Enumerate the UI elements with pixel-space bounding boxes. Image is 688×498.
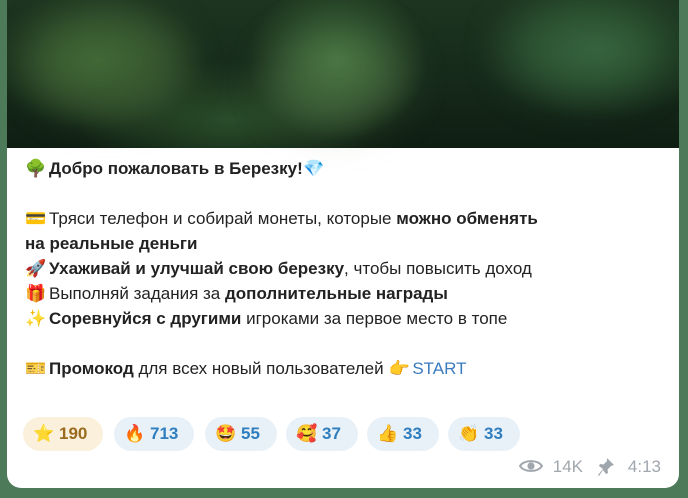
text-line-3: 🚀 Ухаживай и улучшай свою березку, чтобы … [25,256,670,281]
reaction-count: 33 [403,424,422,443]
text-plain: , чтобы повысить доход [344,259,532,278]
reaction-count: 33 [484,424,503,443]
title-line: 🌳 Добро пожаловать в Березку!💎 [25,156,670,181]
text-plain: Выполняй задания за [49,284,225,303]
thumbs-up-icon: 👍 [377,424,399,443]
text-bold: на реальные деньги [25,234,198,253]
star-struck-icon: 🤩 [215,424,237,443]
media-blur [27,10,187,120]
star-icon: ⭐ [33,424,55,443]
reaction-star[interactable]: ⭐ 190 [23,417,103,451]
start-link[interactable]: START [412,359,466,378]
media-blur [507,5,657,95]
message-bubble: 🌳 Добро пожаловать в Березку!💎 💳 Тряси тел… [7,0,679,488]
clapping-hands-icon: 👏 [458,424,480,443]
tree-icon: 🌳 [25,159,47,178]
text-line-2: на реальные деньги [25,231,670,256]
reaction-count: 55 [241,424,260,443]
media-blur [267,30,407,130]
sparkles-icon: ✨ [25,309,47,328]
reaction-thumbs-up[interactable]: 👍 33 [367,417,439,451]
pointing-hand-icon: 👉 [388,359,410,378]
card-icon: 💳 [25,209,47,228]
reaction-fire[interactable]: 🔥 713 [114,417,194,451]
gift-icon: 🎁 [25,284,47,303]
text-plain: Тряси телефон и собирай монеты, которые [49,209,397,228]
pin-icon [598,458,614,476]
reaction-star-struck[interactable]: 🤩 55 [205,417,277,451]
text-line-6: 🎫 Промокод для всех новый пользователей 👉… [25,356,670,381]
message-text: 🌳 Добро пожаловать в Березку!💎 💳 Тряси тел… [25,156,670,381]
text-plain: для всех новый пользователей [133,359,389,378]
text-bold: дополнительные награды [225,284,448,303]
smiling-hearts-icon: 🥰 [296,424,318,443]
text-bold: Ухаживай и улучшай свою березку [49,259,345,278]
reaction-count: 713 [150,424,179,443]
views-count: 14K [552,457,583,476]
text-bold: Соревнуйся с другими [49,309,242,328]
ticket-icon: 🎫 [25,359,47,378]
message-title: Добро пожаловать в Березку! [49,159,303,178]
reaction-count: 190 [59,424,88,443]
text-line-1: 💳 Тряси телефон и собирай монеты, которые… [25,206,670,231]
message-time: 4:13 [627,457,661,476]
reaction-count: 37 [322,424,341,443]
fire-icon: 🔥 [124,424,146,443]
text-plain: игроками за первое место в топе [241,309,508,328]
text-bold: Промокод [49,359,134,378]
reaction-clap[interactable]: 👏 33 [448,417,520,451]
rocket-icon: 🚀 [25,259,47,278]
text-line-5: ✨ Соревнуйся с другими игроками за первое… [25,306,670,331]
text-bold: можно обменять [396,209,538,228]
eye-icon [519,460,543,472]
diamond-icon: 💎 [303,159,325,178]
text-line-4: 🎁 Выполняй задания за дополнительные нагр… [25,281,670,306]
reaction-heart-face[interactable]: 🥰 37 [286,417,358,451]
media-preview[interactable] [7,0,679,148]
message-meta: 14K 4:13 [481,456,661,478]
